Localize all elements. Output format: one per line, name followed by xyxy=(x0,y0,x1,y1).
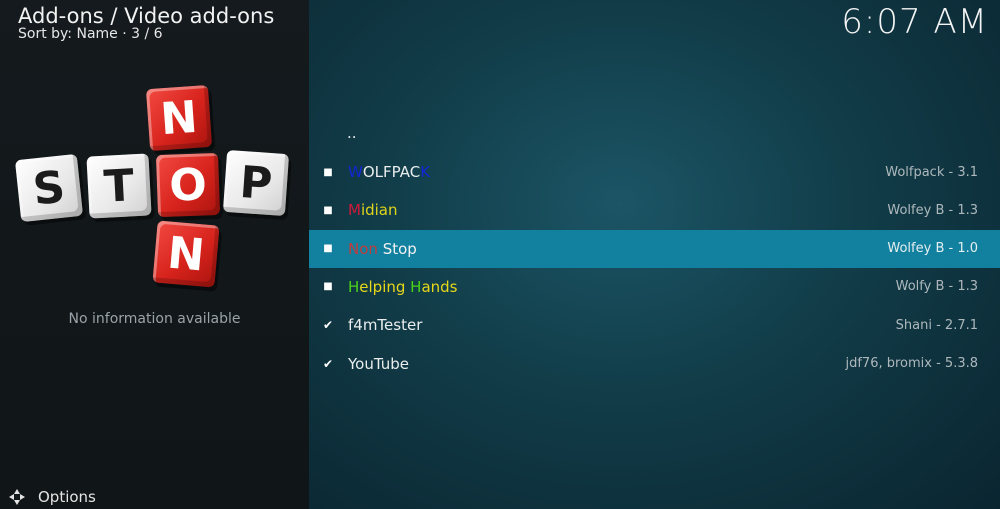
addon-name-part: ands xyxy=(421,277,458,296)
options-gear-icon xyxy=(8,488,26,506)
addon-row[interactable]: ■ Helping Hands Wolfy B - 1.3 xyxy=(309,268,1000,306)
addon-name-part: W xyxy=(348,163,363,181)
addon-name-part: H xyxy=(348,277,360,296)
addon-name: f4mTester xyxy=(348,316,422,334)
logo-tile-n-bottom: N xyxy=(152,220,220,288)
addon-name-part: M xyxy=(348,201,361,220)
bullet-square-icon: ■ xyxy=(323,166,333,178)
addon-name: Non Stop xyxy=(348,240,417,258)
bullet-square-icon: ■ xyxy=(323,281,333,293)
sort-status: Sort by: Name · 3 / 6 xyxy=(18,26,163,42)
logo-tile-o: O xyxy=(155,152,221,218)
addon-name: Helping Hands xyxy=(348,278,458,296)
addon-name-part: K xyxy=(420,163,431,181)
bullet-square-icon: ■ xyxy=(323,204,333,216)
addon-version: Wolfey B - 1.3 xyxy=(887,202,978,218)
logo-tile-p: P xyxy=(222,149,290,217)
options-label: Options xyxy=(38,488,96,506)
addon-version: Shani - 2.7.1 xyxy=(895,317,978,333)
clock: 6:07 AM xyxy=(841,2,988,42)
info-panel: Add-ons / Video add-ons Sort by: Name · … xyxy=(0,0,309,509)
logo-tile-t: T xyxy=(86,153,152,219)
logo-tile-s: S xyxy=(14,153,84,223)
addon-row[interactable]: ■ Midian Wolfey B - 1.3 xyxy=(309,191,1000,229)
breadcrumb: Add-ons / Video add-ons xyxy=(18,4,275,28)
addon-name-part: Non xyxy=(348,239,383,258)
addon-name-part: H xyxy=(410,277,422,296)
addon-name-part: f4mTester xyxy=(348,316,423,335)
addon-name-part: Stop xyxy=(382,239,417,258)
check-icon: ✔ xyxy=(323,318,334,333)
addon-version: Wolfy B - 1.3 xyxy=(895,279,978,295)
addon-version: Wolfey B - 1.0 xyxy=(887,241,978,257)
check-icon: ✔ xyxy=(323,356,334,371)
addon-name: Midian xyxy=(348,201,398,219)
no-info-text: No information available xyxy=(68,311,241,327)
addon-row[interactable]: ✔ f4mTester Shani - 2.7.1 xyxy=(309,306,1000,344)
bullet-square-icon: ■ xyxy=(323,243,333,255)
parent-folder-item[interactable]: .. xyxy=(347,124,357,142)
addon-name-part: elping xyxy=(359,277,411,296)
addon-name-part: idian xyxy=(360,201,398,220)
options-button[interactable]: Options xyxy=(8,488,96,506)
addon-version: jdf76, bromix - 5.3.8 xyxy=(845,356,978,371)
addon-row[interactable]: ■ Non Stop Wolfey B - 1.0 xyxy=(309,229,1000,268)
addon-row[interactable]: ■ WOLFPACK Wolfpack - 3.1 xyxy=(309,153,1000,191)
addon-version: Wolfpack - 3.1 xyxy=(885,164,978,180)
addon-name: YouTube xyxy=(348,355,409,373)
addon-row[interactable]: ✔ YouTube jdf76, bromix - 5.3.8 xyxy=(309,345,1000,383)
addon-name-part: OLFPAC xyxy=(362,163,421,181)
logo-tile-n-top: N xyxy=(145,84,213,152)
addon-name-part: YouTube xyxy=(348,354,409,373)
addon-name: WOLFPACK xyxy=(348,163,430,181)
